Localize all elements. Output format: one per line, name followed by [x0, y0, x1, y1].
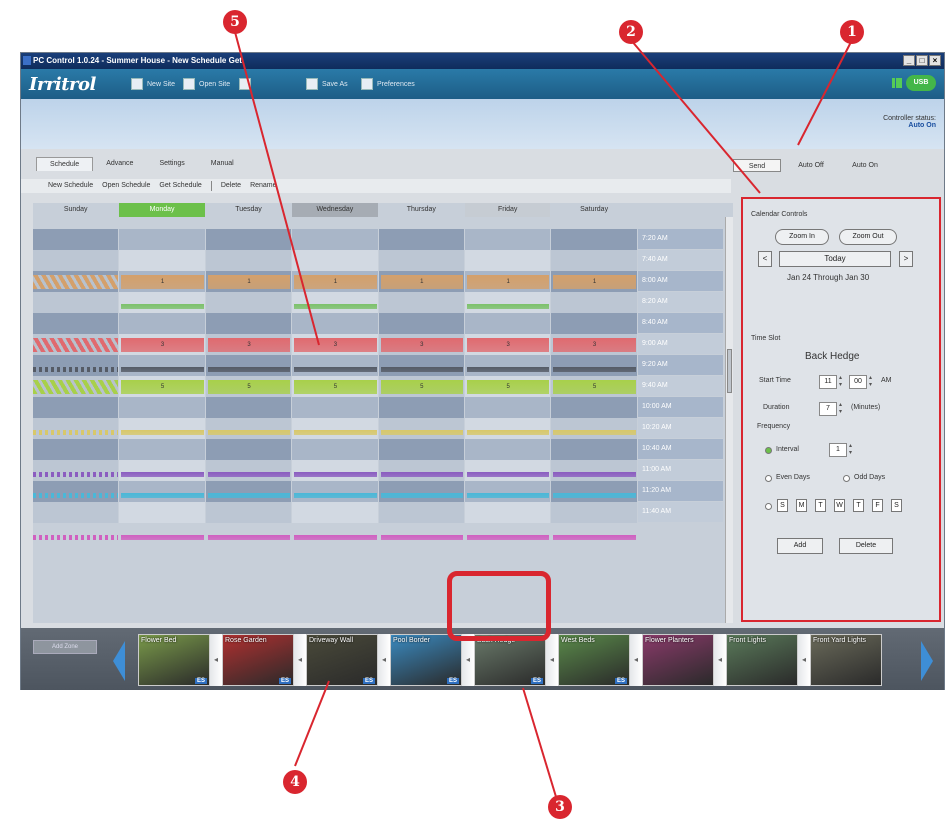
- callout-lines: [234, 31, 853, 811]
- callout-2: 2: [619, 20, 643, 44]
- callout-line-1: [797, 39, 853, 146]
- callout-3: 3: [548, 795, 572, 819]
- callout-4: 4: [283, 770, 307, 794]
- callout-line-3: [522, 687, 561, 811]
- callout-line-4: [294, 680, 330, 767]
- callout-5: 5: [223, 10, 247, 34]
- callout-1: 1: [840, 20, 864, 44]
- callout-line-5: [234, 31, 320, 346]
- callout-line-2: [630, 39, 761, 194]
